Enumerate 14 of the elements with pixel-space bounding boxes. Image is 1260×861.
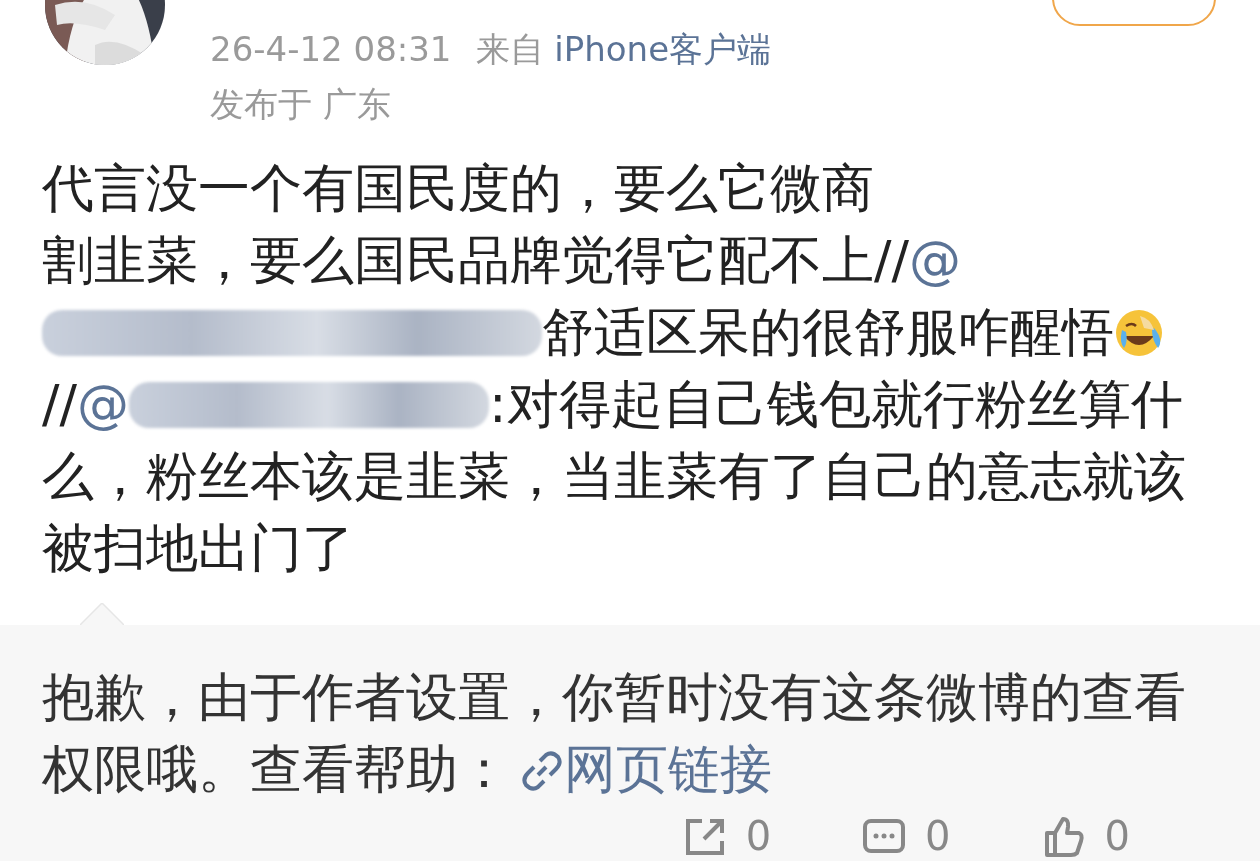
like-button[interactable]: 0 — [1040, 813, 1130, 859]
source-label: 来自 — [475, 29, 544, 69]
mention-link[interactable]: @ — [77, 374, 130, 434]
web-link[interactable]: 网页链接 — [510, 739, 772, 799]
mention-link[interactable]: @ — [909, 230, 962, 290]
location-text: 发布于 广东 — [210, 83, 392, 126]
share-button[interactable]: 0 — [681, 813, 772, 859]
link-icon — [520, 749, 564, 793]
notice-text: 抱歉，由于作者设置，你暂时没有这条微博的查看权限哦。查看帮助： 网页链接 — [42, 666, 1187, 801]
post-text: 代言没一个有国民度的，要么它微商 割韭菜，要么国民品牌觉得它配不上//@ 舒适区呆的很舒服咋醒悟 //@ :对得起自己钱包就行粉丝算什么，粉丝本该是韭菜，当韭菜有了自己的意志就该被扫地出门了 — [42, 157, 1187, 580]
source-link[interactable]: iPhone客户端 — [554, 29, 772, 69]
comment-button[interactable]: 0 — [861, 813, 951, 859]
post-time: 26-4-12 08:31 — [210, 29, 452, 69]
laughing-crying-emoji-icon — [1114, 308, 1164, 358]
